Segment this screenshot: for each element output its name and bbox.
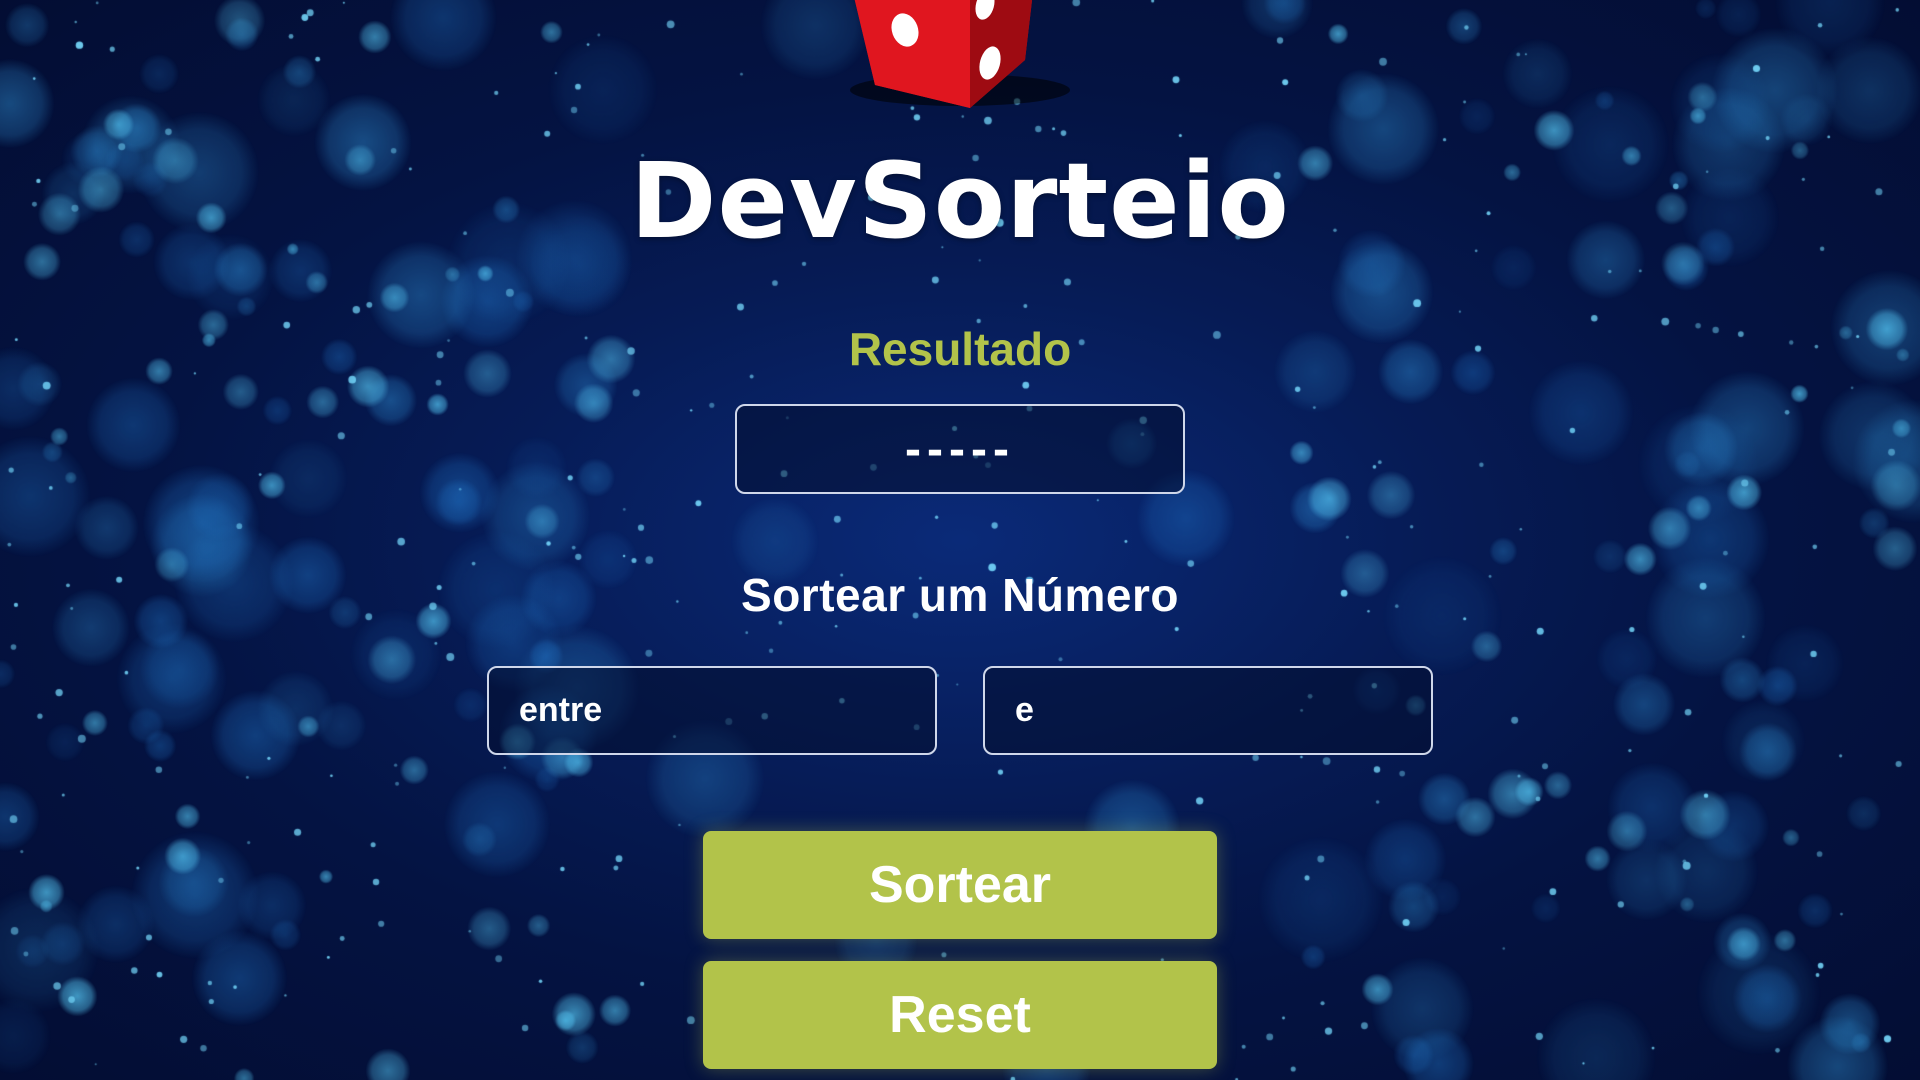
- reset-button[interactable]: Reset: [703, 961, 1217, 1069]
- result-label: Resultado: [848, 323, 1072, 375]
- max-number-input[interactable]: [983, 666, 1433, 755]
- app-title: DevSorteio: [630, 140, 1290, 262]
- dice-icon: [820, 0, 1100, 120]
- result-display: -----: [735, 404, 1185, 494]
- app-container: DevSorteio Resultado ----- Sortear um Nú…: [0, 0, 1920, 1080]
- draw-section-title: Sortear um Número: [741, 569, 1179, 621]
- draw-button[interactable]: Sortear: [703, 831, 1217, 939]
- result-value: -----: [905, 422, 1015, 476]
- min-number-input[interactable]: [487, 666, 937, 755]
